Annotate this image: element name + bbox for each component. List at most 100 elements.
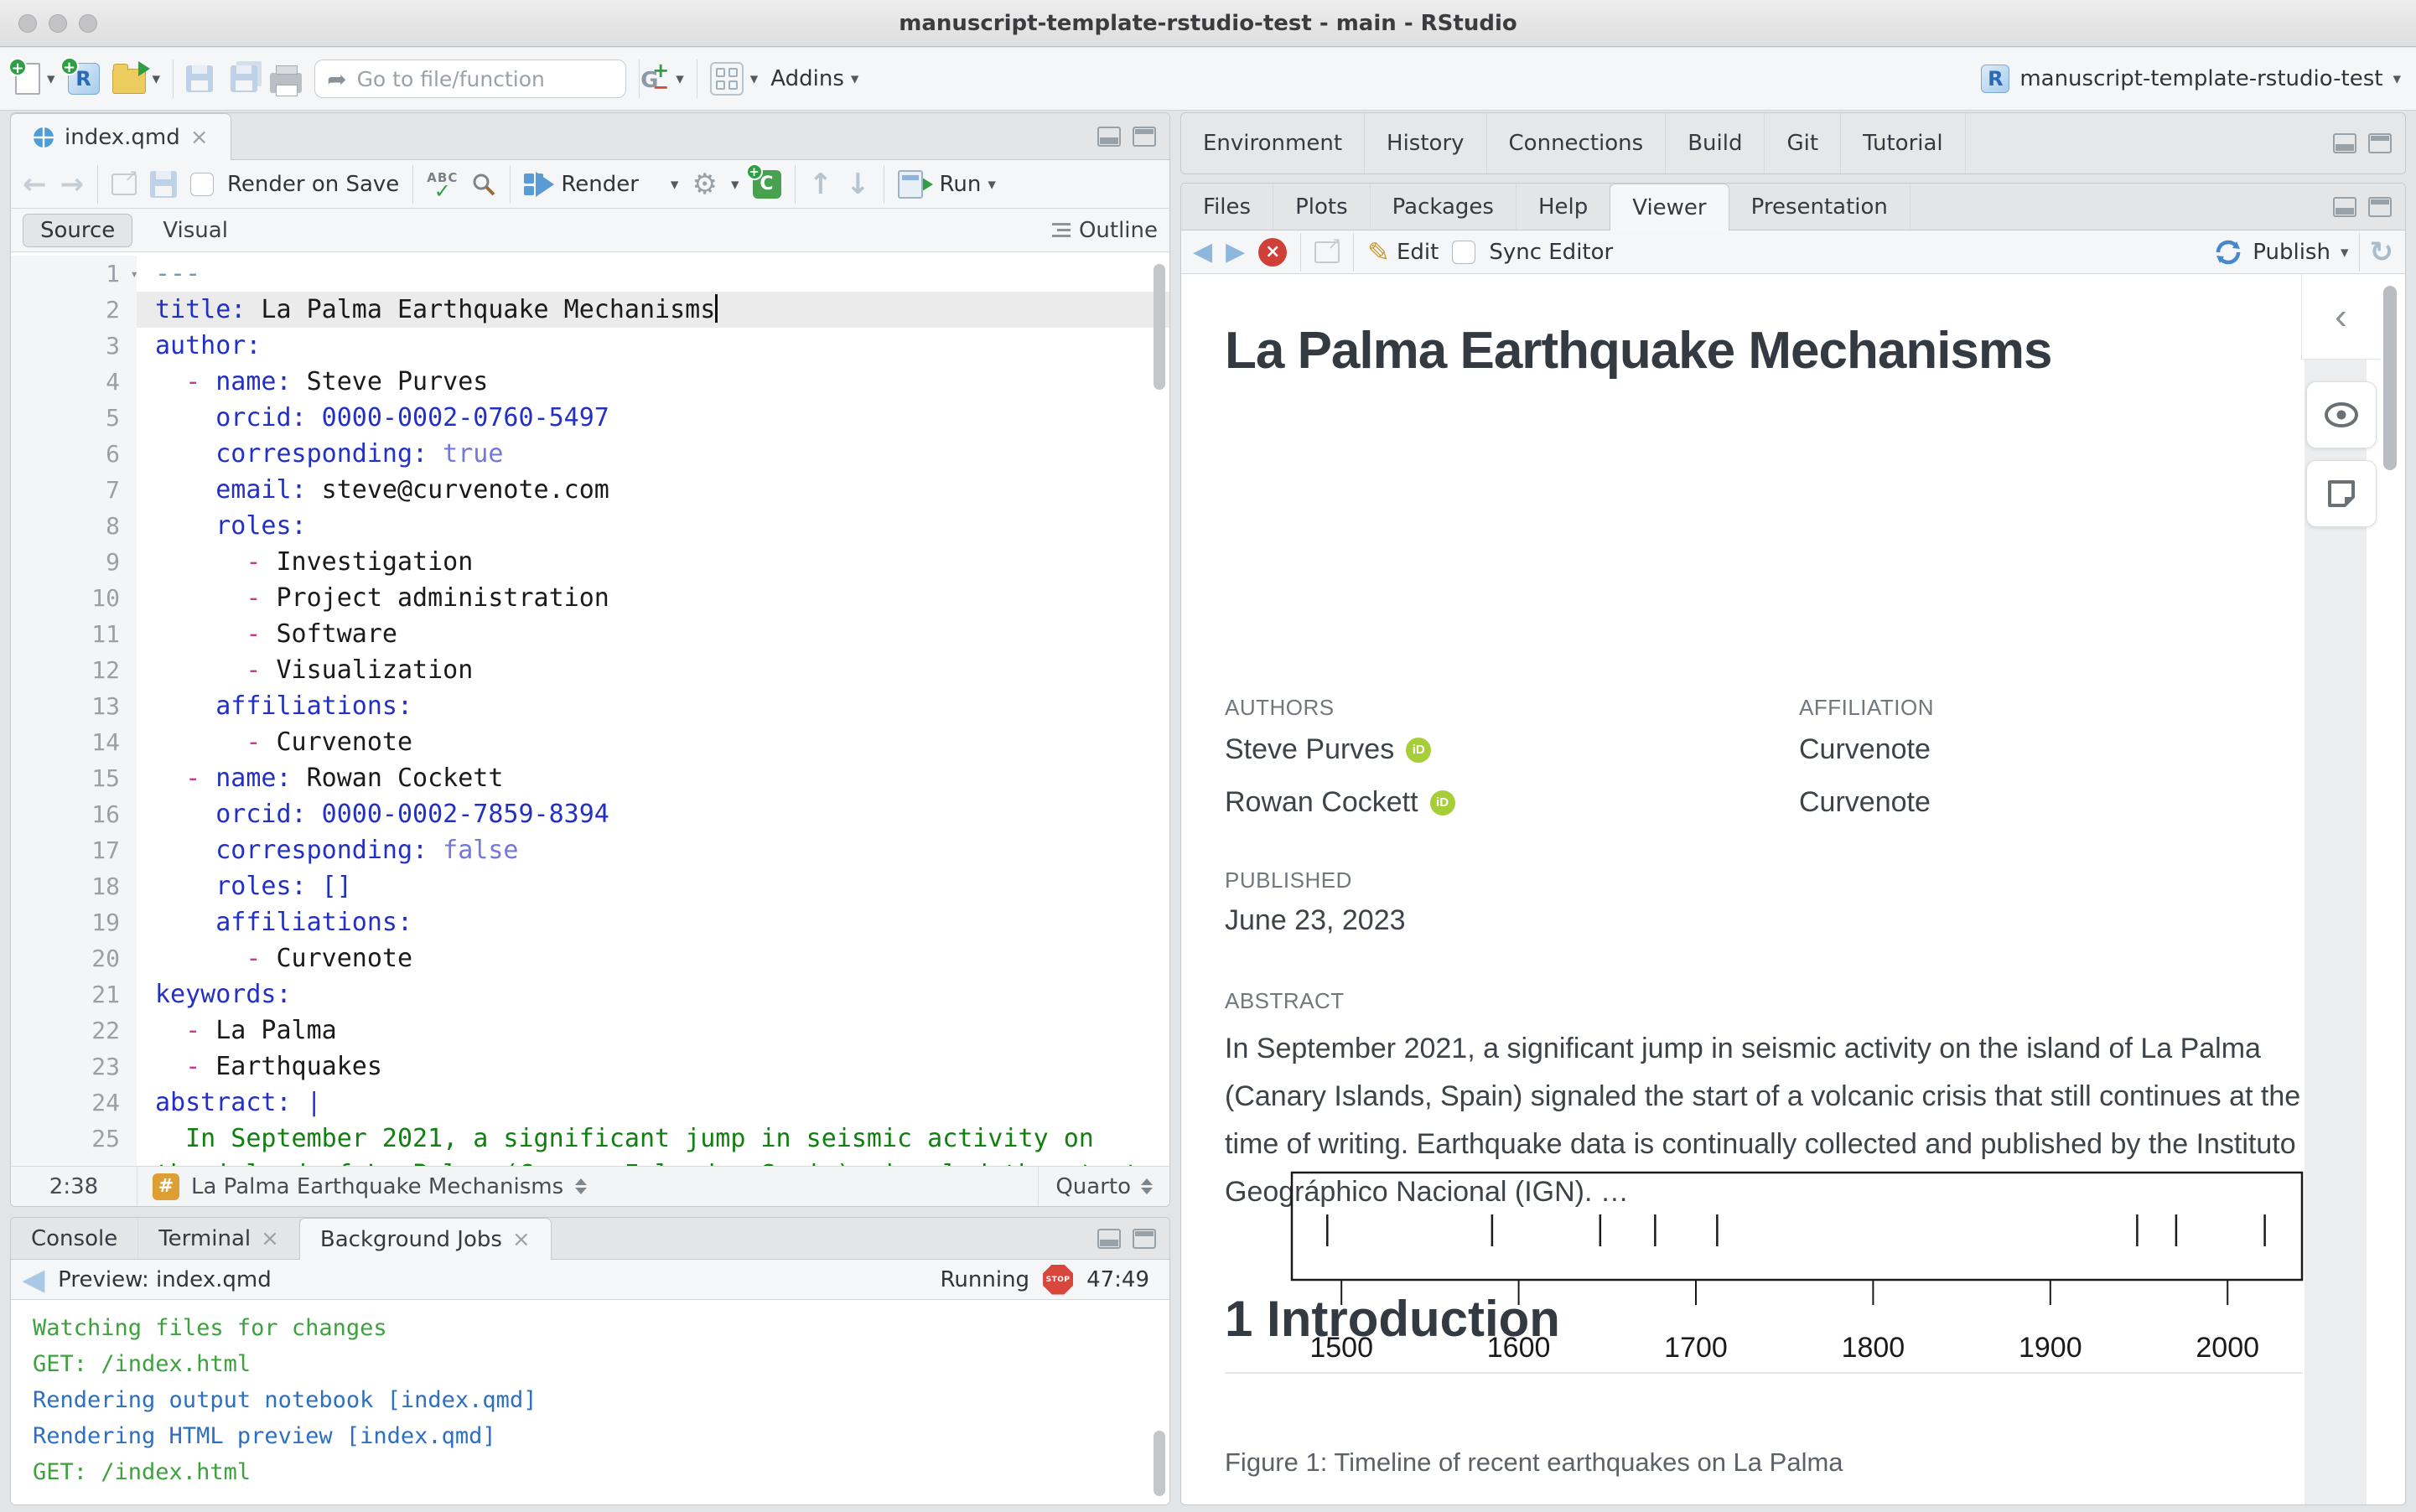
toc-collapse-button[interactable]: ‹ xyxy=(2301,274,2380,360)
tab-help[interactable]: Help xyxy=(1516,184,1610,230)
source-mode-button[interactable]: Source xyxy=(23,214,132,247)
code-line[interactable]: 20 - Curvenote xyxy=(11,940,1169,976)
code-line[interactable]: 3author: xyxy=(11,328,1169,364)
tab-plots[interactable]: Plots xyxy=(1273,184,1371,230)
code-line[interactable]: the island of La Palma (Canary Islands, … xyxy=(11,1157,1169,1166)
format-menu-button[interactable]: Quarto xyxy=(1039,1174,1169,1199)
close-tab-icon[interactable]: × xyxy=(512,1227,531,1252)
tab-history[interactable]: History xyxy=(1365,113,1487,173)
tab-packages[interactable]: Packages xyxy=(1371,184,1516,230)
code-line[interactable]: 16 orcid: 0000-0002-7859-8394 xyxy=(11,796,1169,832)
new-project-button[interactable]: R+ xyxy=(68,63,100,95)
tab-environment[interactable]: Environment xyxy=(1181,113,1365,173)
version-control-button[interactable]: +− G ▾ xyxy=(652,62,684,96)
editor-scrollbar[interactable] xyxy=(1154,264,1165,390)
code-line[interactable]: 17 corresponding: false xyxy=(11,832,1169,868)
code-line[interactable]: 25 In September 2021, a significant jump… xyxy=(11,1121,1169,1157)
maximize-pane-icon[interactable] xyxy=(1133,127,1156,147)
code-line[interactable]: 4 - name: Steve Purves xyxy=(11,364,1169,400)
new-file-button[interactable]: + ▾ xyxy=(15,63,55,95)
job-output[interactable]: Watching files for changesGET: /index.ht… xyxy=(11,1300,1169,1504)
tab-index-qmd[interactable]: index.qmd × xyxy=(10,113,231,160)
search-icon[interactable] xyxy=(471,172,496,197)
spellcheck-icon[interactable]: ABC✓ xyxy=(427,171,458,198)
jobs-back-icon[interactable]: ◀ xyxy=(23,1263,44,1297)
code-line[interactable]: 10 - Project administration xyxy=(11,580,1169,616)
orcid-icon[interactable]: iD xyxy=(1406,738,1431,763)
options-caret[interactable]: ▾ xyxy=(731,175,739,194)
minimize-pane-icon[interactable] xyxy=(1097,127,1121,147)
render-menu-caret[interactable]: ▾ xyxy=(671,175,679,194)
code-line[interactable]: 8 roles: xyxy=(11,508,1169,544)
code-line[interactable]: 18 roles: [] xyxy=(11,868,1169,904)
refresh-icon[interactable]: ↻ xyxy=(2370,236,2394,269)
save-button[interactable] xyxy=(186,65,213,92)
print-button[interactable] xyxy=(270,65,302,93)
gear-icon[interactable]: ⚙ xyxy=(692,168,717,201)
code-line[interactable]: 7 email: steve@curvenote.com xyxy=(11,472,1169,508)
close-tab-icon[interactable]: × xyxy=(190,125,209,150)
tab-presentation[interactable]: Presentation xyxy=(1729,184,1911,230)
viewer-back-icon[interactable]: ◀ xyxy=(1193,237,1212,267)
viewer-clear-icon[interactable]: × xyxy=(1258,238,1287,267)
project-menu-button[interactable]: R manuscript-template-rstudio-test ▾ xyxy=(1981,65,2401,93)
minimize-pane-icon[interactable] xyxy=(2333,197,2356,217)
insert-chunk-button[interactable]: C+ xyxy=(753,170,781,199)
minimize-pane-icon[interactable] xyxy=(1097,1229,1121,1249)
pane-layout-button[interactable]: ▾ xyxy=(710,62,759,96)
tab-files[interactable]: Files xyxy=(1181,184,1273,230)
run-button[interactable]: Run ▾ xyxy=(898,170,996,199)
tab-build[interactable]: Build xyxy=(1666,113,1765,173)
code-line[interactable]: 22 - La Palma xyxy=(11,1012,1169,1049)
render-button[interactable]: Render xyxy=(524,172,639,197)
code-line[interactable]: 19 affiliations: xyxy=(11,904,1169,940)
code-line[interactable]: 2title: La Palma Earthquake Mechanisms xyxy=(11,292,1169,328)
open-file-button[interactable]: ▾ xyxy=(112,64,161,94)
code-line[interactable]: 13 affiliations: xyxy=(11,688,1169,724)
stop-job-button[interactable]: STOP xyxy=(1043,1265,1073,1295)
viewer-forward-icon[interactable]: ▶ xyxy=(1226,237,1245,267)
tab-connections[interactable]: Connections xyxy=(1487,113,1667,173)
edit-button[interactable]: ✎ Edit xyxy=(1367,236,1439,268)
maximize-pane-icon[interactable] xyxy=(2368,197,2392,217)
code-line[interactable]: 15 - name: Rowan Cockett xyxy=(11,760,1169,796)
code-line[interactable]: 11 - Software xyxy=(11,616,1169,652)
orcid-icon[interactable]: iD xyxy=(1430,790,1455,816)
code-line[interactable]: 9 - Investigation xyxy=(11,544,1169,580)
code-line[interactable]: 14 - Curvenote xyxy=(11,724,1169,760)
tab-terminal[interactable]: Terminal× xyxy=(138,1218,300,1259)
fold-caret-icon[interactable]: ▾ xyxy=(130,256,138,292)
save-icon[interactable] xyxy=(150,171,177,198)
addins-button[interactable]: Addins ▾ xyxy=(770,66,858,91)
jobs-scrollbar[interactable] xyxy=(1154,1431,1165,1496)
publish-button[interactable]: Publish xyxy=(2253,240,2330,265)
open-new-window-icon[interactable] xyxy=(111,173,137,195)
show-annotations-button[interactable] xyxy=(2306,381,2377,448)
open-in-browser-icon[interactable] xyxy=(1314,241,1340,263)
tab-console[interactable]: Console xyxy=(11,1218,138,1259)
code-line[interactable]: 12 - Visualization xyxy=(11,652,1169,688)
goto-file-input[interactable]: ➦ Go to file/function xyxy=(314,60,626,98)
minimize-pane-icon[interactable] xyxy=(2333,133,2356,153)
code-line[interactable]: 23 - Earthquakes xyxy=(11,1049,1169,1085)
close-tab-icon[interactable]: × xyxy=(261,1226,279,1251)
code-line[interactable]: 1▾--- xyxy=(11,256,1169,292)
code-line[interactable]: 24abstract: | xyxy=(11,1085,1169,1121)
outline-button[interactable]: Outline xyxy=(1052,218,1158,243)
save-all-button[interactable] xyxy=(226,65,257,92)
code-editor[interactable]: 1▾---2title: La Palma Earthquake Mechani… xyxy=(11,252,1169,1166)
add-note-button[interactable] xyxy=(2306,460,2377,527)
symbol-menu-button[interactable]: # La Palma Earthquake Mechanisms xyxy=(137,1173,1038,1200)
tab-viewer[interactable]: Viewer xyxy=(1610,184,1729,230)
sync-editor-checkbox[interactable] xyxy=(1452,241,1475,264)
code-line[interactable]: 21keywords: xyxy=(11,976,1169,1012)
code-line[interactable]: 5 orcid: 0000-0002-0760-5497 xyxy=(11,400,1169,436)
visual-mode-button[interactable]: Visual xyxy=(154,215,236,246)
tab-git[interactable]: Git xyxy=(1765,113,1841,173)
maximize-pane-icon[interactable] xyxy=(1133,1229,1156,1249)
run-previous-icon[interactable]: ↑ xyxy=(809,168,833,201)
forward-icon[interactable]: → xyxy=(60,168,85,201)
maximize-pane-icon[interactable] xyxy=(2368,133,2392,153)
tab-tutorial[interactable]: Tutorial xyxy=(1841,113,1966,173)
code-line[interactable]: 6 corresponding: true xyxy=(11,436,1169,472)
